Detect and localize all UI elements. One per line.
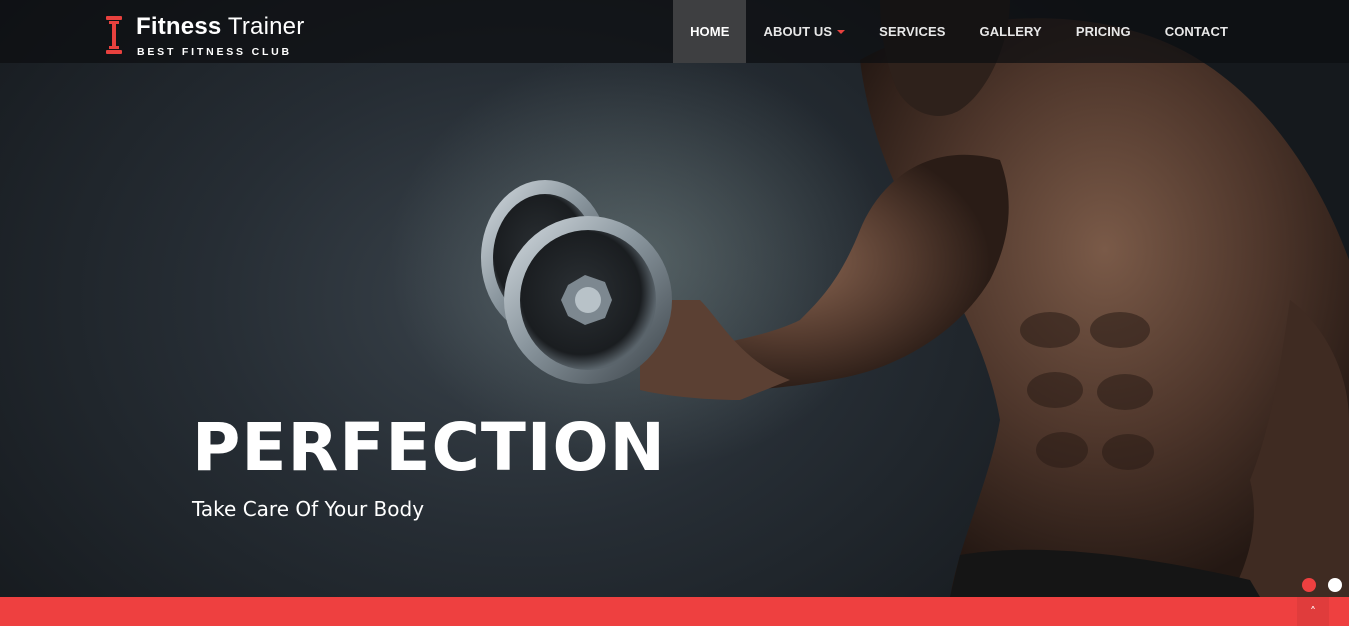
hero-slider: PERFECTION Take Care Of Your Body [0,0,1349,597]
nav-item-gallery[interactable]: GALLERY [962,0,1058,63]
brand-logo[interactable]: Fitness Trainer BEST FITNESS CLUB [104,14,304,58]
brand-title: Fitness Trainer [136,13,305,40]
hero-title: PERFECTION [192,409,666,486]
brand-subtitle: BEST FITNESS CLUB [137,46,292,58]
bottom-red-bar: ˄ [0,597,1349,626]
chevron-up-icon: ˄ [1310,604,1316,619]
nav-item-contact[interactable]: CONTACT [1148,0,1245,63]
nav-item-home[interactable]: HOME [673,0,747,63]
nav-item-services[interactable]: SERVICES [862,0,962,63]
scroll-to-top-button[interactable]: ˄ [1297,597,1329,626]
top-navbar: Fitness Trainer BEST FITNESS CLUB HOME A… [0,0,1349,63]
nav-item-about-us[interactable]: ABOUT US [746,0,862,63]
main-nav: HOME ABOUT US SERVICES GALLERY PRICING C… [673,0,1245,63]
dumbbell-icon [106,16,122,54]
slider-pagination [1302,578,1342,592]
slider-dot-1[interactable] [1302,578,1316,592]
caret-down-icon [837,29,846,34]
hero-subtitle: Take Care Of Your Body [192,497,425,521]
nav-item-pricing[interactable]: PRICING [1059,0,1148,63]
slider-dot-2[interactable] [1328,578,1342,592]
